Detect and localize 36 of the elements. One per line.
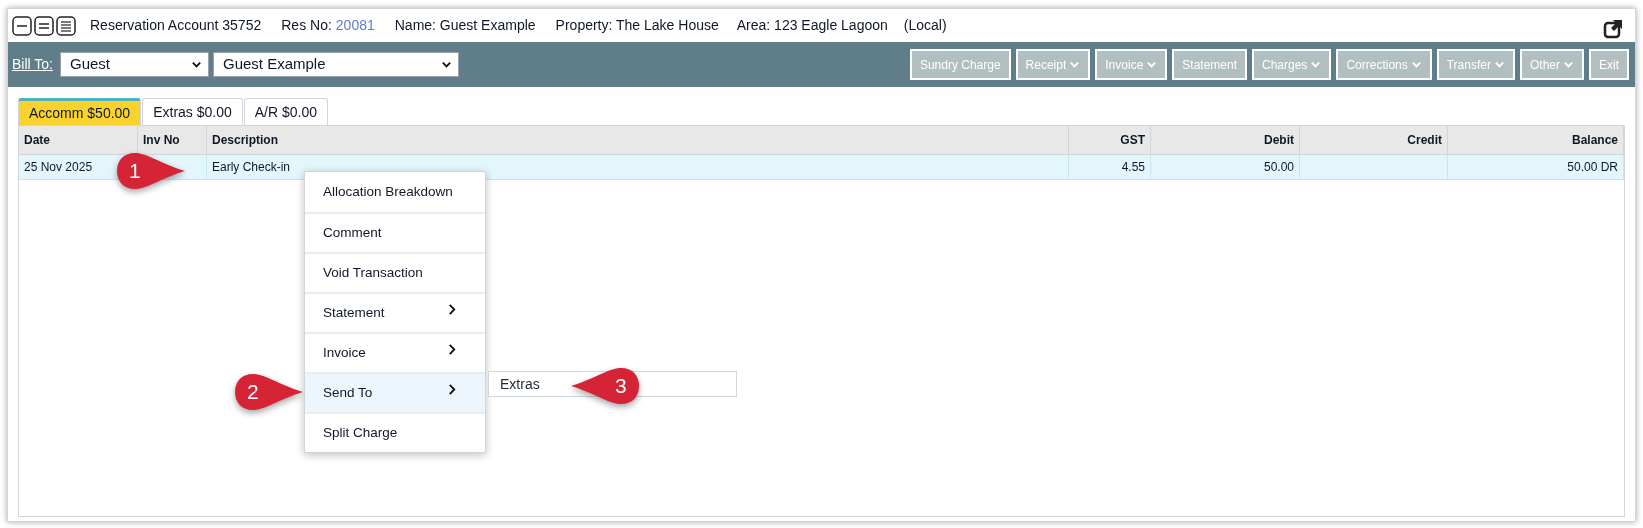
column-header: Debit (1151, 126, 1300, 154)
callout-marker: 3 (569, 366, 641, 406)
callout-marker: 1 (115, 151, 187, 191)
callout-marker: 2 (233, 372, 305, 412)
tab[interactable]: Extras $0.00 (142, 98, 243, 125)
area-name: Area: 123 Eagle Lagoon (736, 16, 888, 35)
table-cell-text: Early Check-in (212, 159, 291, 176)
account-title: Reservation Account 35752 (90, 16, 262, 35)
column-header: Balance (1448, 126, 1624, 154)
menu-item[interactable]: Statement (305, 292, 485, 332)
table-cell-text: 50.00 (1263, 159, 1294, 176)
column-header: GST (1069, 126, 1151, 154)
chevron-down-icon (441, 59, 452, 70)
res-no-link[interactable]: 20081 (335, 15, 375, 36)
menu-item[interactable]: Send To (305, 372, 485, 412)
res-no-label: Res No: (281, 16, 332, 35)
menu-item[interactable]: Split Charge (305, 412, 485, 452)
table-cell-text: 50.00 DR (1567, 159, 1618, 176)
guest-name: Name: Guest Example (394, 16, 536, 35)
menu-item[interactable]: Invoice (305, 332, 485, 372)
table-cell-text: 25 Nov 2025 (24, 159, 93, 176)
menu-item[interactable]: Extras (500, 372, 540, 396)
tab[interactable]: Accomm $50.00 (18, 98, 142, 125)
bill-to-link[interactable]: Bill To: (12, 54, 53, 75)
bill-to-type-select[interactable]: Guest (60, 52, 209, 77)
menu-item[interactable]: Comment (305, 212, 485, 252)
tab[interactable]: A/R $0.00 (243, 98, 329, 125)
property-name: Property: The Lake House (555, 16, 719, 35)
column-header: Description (207, 126, 1069, 154)
table-cell-text: 4.55 (1121, 159, 1145, 176)
location-label: (Local) (903, 16, 947, 35)
chevron-down-icon (191, 59, 202, 70)
bill-to-name-select[interactable]: Guest Example (213, 52, 459, 77)
column-header: Credit (1300, 126, 1448, 154)
menu-item[interactable]: Void Transaction (305, 252, 485, 292)
menu-item[interactable]: Allocation Breakdown (305, 172, 485, 212)
